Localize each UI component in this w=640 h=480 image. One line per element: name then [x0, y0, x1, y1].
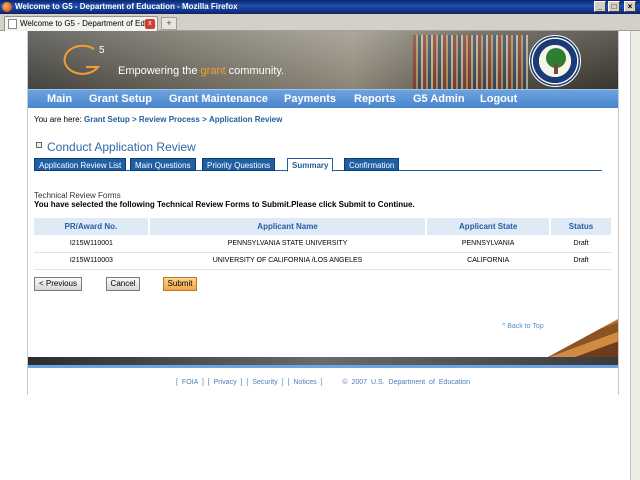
window-title-bar: Welcome to G5 - Department of Education …	[0, 0, 640, 14]
review-forms-table: PR/Award No. Applicant Name Applicant St…	[34, 218, 613, 270]
copyright-text: © 2007 U.S. Department of Education	[342, 379, 470, 386]
nav-grant-maintenance[interactable]: Grant Maintenance	[169, 93, 268, 105]
svg-text:5: 5	[99, 45, 105, 56]
table-header-row: PR/Award No. Applicant Name Applicant St…	[34, 218, 613, 235]
status-cell: Draft	[550, 235, 612, 253]
table-row: I215W110001 PENNSYLVANIA STATE UNIVERSIT…	[34, 235, 612, 253]
footer-divider	[28, 357, 618, 365]
page-title: Conduct Application Review	[47, 140, 196, 154]
col-header-applicant-name[interactable]: Applicant Name	[148, 218, 428, 235]
pr-award-cell: I215W110003	[34, 252, 149, 270]
browser-tab[interactable]: Welcome to G5 - Department of Edu... x	[4, 16, 158, 31]
breadcrumb-review-process[interactable]: Review Process	[139, 115, 200, 124]
firefox-icon	[2, 2, 12, 12]
applicant-name-cell: UNIVERSITY OF CALIFORNIA /LOS ANGELES	[148, 252, 427, 270]
footer-link-notices[interactable]: Notices	[293, 379, 316, 386]
tab-confirmation[interactable]: Confirmation	[344, 158, 400, 171]
submit-button[interactable]: Submit	[163, 277, 197, 291]
window-title: Welcome to G5 - Department of Education …	[15, 2, 238, 11]
applicant-state-cell: CALIFORNIA	[426, 252, 551, 270]
classroom-image	[548, 319, 618, 357]
tab-main-questions[interactable]: Main Questions	[130, 158, 196, 171]
page-viewport: 5 Empowering the grant community. Main G…	[0, 31, 630, 480]
vertical-scrollbar[interactable]	[630, 31, 640, 480]
col-header-pr-award[interactable]: PR/Award No.	[34, 218, 150, 235]
tab-priority-questions[interactable]: Priority Questions	[202, 158, 276, 171]
applicant-state-cell: PENNSYLVANIA	[426, 235, 551, 253]
previous-button[interactable]: < Previous	[34, 277, 82, 291]
department-of-education-seal-icon	[529, 35, 581, 87]
minimize-button[interactable]: _	[594, 1, 606, 12]
browser-tab-bar: Welcome to G5 - Department of Edu... x +	[0, 14, 640, 31]
breadcrumb: You are here: Grant Setup > Review Proce…	[34, 115, 283, 124]
col-header-applicant-state[interactable]: Applicant State	[426, 218, 552, 235]
tagline-highlight: grant	[200, 65, 226, 77]
nav-payments[interactable]: Payments	[284, 93, 336, 105]
nav-g5-admin[interactable]: G5 Admin	[413, 93, 465, 105]
nav-reports[interactable]: Reports	[354, 93, 396, 105]
header-banner: 5 Empowering the grant community.	[28, 31, 618, 89]
applicant-name-cell: PENNSYLVANIA STATE UNIVERSITY	[148, 235, 427, 253]
tagline: Empowering the grant community.	[118, 65, 285, 77]
page-container: 5 Empowering the grant community. Main G…	[27, 31, 619, 395]
browser-tab-label: Welcome to G5 - Department of Edu...	[20, 19, 156, 28]
pr-award-cell: I215W110001	[34, 235, 149, 253]
page-icon	[8, 19, 17, 29]
col-header-status[interactable]: Status	[550, 218, 613, 235]
table-row: I215W110003 UNIVERSITY OF CALIFORNIA /LO…	[34, 252, 612, 270]
section-label: Technical Review Forms	[34, 191, 121, 200]
tab-application-review-list[interactable]: Application Review List	[34, 158, 127, 171]
cancel-button[interactable]: Cancel	[106, 277, 140, 291]
breadcrumb-application-review[interactable]: Application Review	[209, 115, 282, 124]
g5-logo-icon: 5	[63, 44, 105, 75]
collapse-icon[interactable]	[36, 142, 42, 148]
nav-grant-setup[interactable]: Grant Setup	[89, 93, 152, 105]
close-window-button[interactable]: ×	[624, 1, 636, 12]
back-to-top-link[interactable]: ^ Back to Top	[502, 323, 544, 330]
maximize-button[interactable]: □	[608, 1, 620, 12]
tab-close-icon[interactable]: x	[145, 19, 155, 29]
status-cell: Draft	[550, 252, 612, 270]
nav-logout[interactable]: Logout	[480, 93, 517, 105]
review-tabs: Application Review List Main Questions P…	[34, 157, 602, 172]
main-nav: Main Grant Setup Grant Maintenance Payme…	[28, 89, 618, 108]
tab-summary[interactable]: Summary	[287, 158, 334, 172]
footer-divider-accent	[28, 365, 618, 368]
instruction-text: You have selected the following Technica…	[34, 200, 415, 209]
new-tab-button[interactable]: +	[161, 17, 177, 30]
footer-link-foia[interactable]: FOIA	[182, 379, 198, 386]
footer: [ FOIA ] [ Privacy ] [ Security ] [ Noti…	[176, 379, 470, 386]
breadcrumb-grant-setup[interactable]: Grant Setup	[84, 115, 130, 124]
footer-link-privacy[interactable]: Privacy	[214, 379, 237, 386]
footer-link-security[interactable]: Security	[252, 379, 277, 386]
nav-main[interactable]: Main	[47, 93, 72, 105]
